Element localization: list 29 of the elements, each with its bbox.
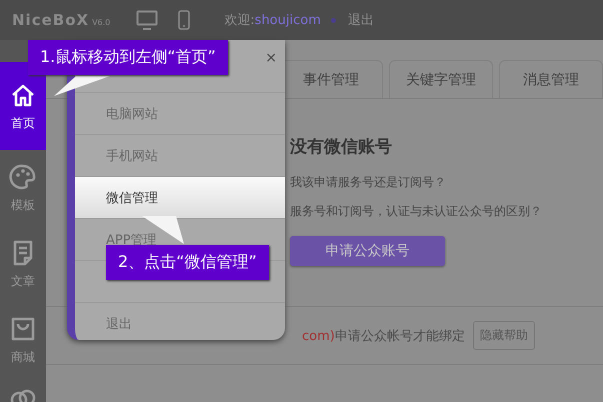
- tab[interactable]: 关键字管理: [389, 60, 493, 98]
- apply-account-button[interactable]: 申请公众账号: [290, 236, 445, 266]
- menu-item[interactable]: 微信管理: [75, 176, 285, 218]
- menu-item[interactable]: 退出: [75, 302, 285, 344]
- menu-item[interactable]: 电脑网站: [75, 92, 285, 134]
- username-link[interactable]: shoujicom: [254, 12, 321, 28]
- logo: NiceBoX: [12, 11, 90, 29]
- close-button[interactable]: ×: [265, 50, 277, 66]
- status-dot: [330, 18, 336, 22]
- logout-link[interactable]: 退出: [348, 11, 374, 29]
- tutorial-tooltip: 1.鼠标移动到左侧“首页”: [28, 40, 228, 75]
- sidebar-item[interactable]: 模板: [0, 150, 46, 226]
- palette-icon: [9, 162, 37, 190]
- hide-help-button[interactable]: 隐藏帮助: [472, 321, 535, 350]
- phone-icon: [178, 10, 190, 30]
- monitor-icon: [136, 10, 158, 30]
- sidebar-item[interactable]: 文章: [0, 226, 46, 302]
- welcome-label: 欢迎:: [224, 12, 255, 29]
- tab[interactable]: 消息管理: [499, 60, 603, 98]
- section-heading: 没有微信账号: [290, 136, 392, 158]
- sidebar-item[interactable]: 商城: [0, 302, 46, 378]
- help-link[interactable]: 我该申请服务号还是订阅号？: [290, 174, 446, 191]
- sidebar-item[interactable]: 首页: [0, 62, 46, 150]
- help-text: com)申请公众帐号才能绑定: [301, 328, 465, 344]
- users-icon: [9, 388, 37, 402]
- tooltip-pointer: [52, 74, 112, 98]
- version-label: V6.0: [92, 18, 110, 26]
- help-link[interactable]: 服务号和订阅号，认证与未认证公众号的区别？: [290, 203, 542, 220]
- tutorial-tooltip: 2、点击“微信管理”: [106, 245, 269, 280]
